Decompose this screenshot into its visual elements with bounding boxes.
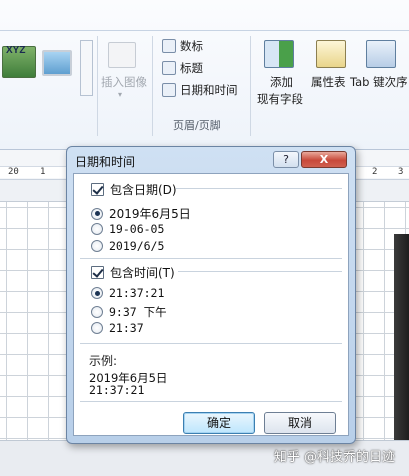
date-format-option[interactable]: 2019/6/5	[91, 239, 164, 253]
include-date-checkbox[interactable]: 包含日期(D)	[91, 181, 177, 198]
date-time-button[interactable]: 日期和时间	[162, 82, 238, 98]
date-format-label: 2019年6月5日	[109, 207, 191, 221]
radio-dot	[91, 322, 103, 334]
title-button[interactable]: 标题	[162, 60, 203, 76]
date-format-option[interactable]: 2019年6月5日	[91, 205, 191, 222]
ribbon-separator	[152, 36, 153, 136]
radio-dot	[91, 287, 103, 299]
date-format-option[interactable]: 19-06-05	[91, 222, 164, 236]
close-button[interactable]: X	[301, 151, 347, 168]
property-sheet-icon[interactable]	[316, 40, 346, 68]
date-format-label: 19-06-05	[109, 222, 165, 236]
ruler-mark: 1	[40, 167, 46, 177]
radio-dot	[91, 240, 103, 252]
page-number-icon	[162, 39, 176, 53]
cancel-button[interactable]: 取消	[264, 412, 336, 434]
picture-icon[interactable]	[42, 50, 72, 76]
checkbox-box	[91, 266, 104, 279]
xyz-map-icon[interactable]: XYZ	[2, 45, 36, 78]
add-existing-fields-label-1: 添加	[270, 75, 293, 89]
add-existing-fields-label-2: 现有字段	[257, 92, 303, 106]
ribbon-separator	[97, 36, 98, 136]
example-line-2: 21:37:21	[89, 383, 145, 397]
include-date-label: 包含日期(D)	[110, 183, 177, 197]
xyz-icon-text: XYZ	[6, 45, 26, 56]
time-format-option[interactable]: 9:37 下午	[91, 304, 167, 320]
calendar-icon	[162, 83, 176, 97]
section-divider	[80, 258, 342, 259]
time-format-label: 9:37 下午	[109, 305, 167, 319]
watermark-text: 知乎 @科技乔的日迹	[273, 450, 395, 465]
insert-image-icon	[108, 42, 136, 68]
title-icon	[162, 61, 176, 75]
gallery-scroll-buttons[interactable]	[80, 40, 93, 96]
image-control[interactable]	[394, 234, 409, 446]
chevron-down-icon: ▾	[118, 90, 123, 99]
ruler-mark: 3	[398, 167, 404, 177]
help-button[interactable]: ?	[273, 151, 299, 168]
ruler-mark: 20	[8, 167, 19, 177]
checkbox-box	[91, 183, 104, 196]
section-divider	[80, 343, 342, 344]
tab-order-icon[interactable]	[366, 40, 396, 68]
include-time-checkbox[interactable]: 包含时间(T)	[91, 264, 175, 281]
tab-order-label: Tab 键次序	[350, 75, 408, 89]
ribbon-separator	[250, 36, 251, 136]
insert-image-label: 插入图像	[101, 75, 147, 89]
time-format-option[interactable]: 21:37:21	[91, 286, 164, 300]
time-format-label: 21:37:21	[109, 286, 165, 300]
add-fields-icon[interactable]	[264, 40, 294, 68]
page-number-button[interactable]: 数标	[162, 38, 203, 54]
date-format-label: 2019/6/5	[109, 239, 165, 253]
radio-dot	[91, 223, 103, 235]
header-footer-group-label: 页眉/页脚	[173, 119, 221, 132]
property-sheet-label: 属性表	[311, 75, 346, 89]
dialog-title: 日期和时间	[75, 155, 136, 169]
ok-button[interactable]: 确定	[183, 412, 255, 434]
section-divider	[178, 271, 342, 272]
radio-dot	[91, 207, 103, 220]
section-divider	[176, 188, 342, 189]
ruler-mark: 2	[372, 167, 378, 177]
radio-dot	[91, 306, 103, 318]
include-time-label: 包含时间(T)	[110, 266, 175, 280]
section-divider	[80, 401, 342, 402]
ribbon-tab-divider	[0, 30, 409, 31]
time-format-label: 21:37	[109, 321, 144, 335]
ribbon: XYZ 插入图像 ▾ 数标 标题 日期和时间 页眉/页脚 添加 现有字段 属性表…	[0, 0, 409, 150]
example-label: 示例:	[89, 354, 118, 368]
time-format-option[interactable]: 21:37	[91, 321, 144, 335]
